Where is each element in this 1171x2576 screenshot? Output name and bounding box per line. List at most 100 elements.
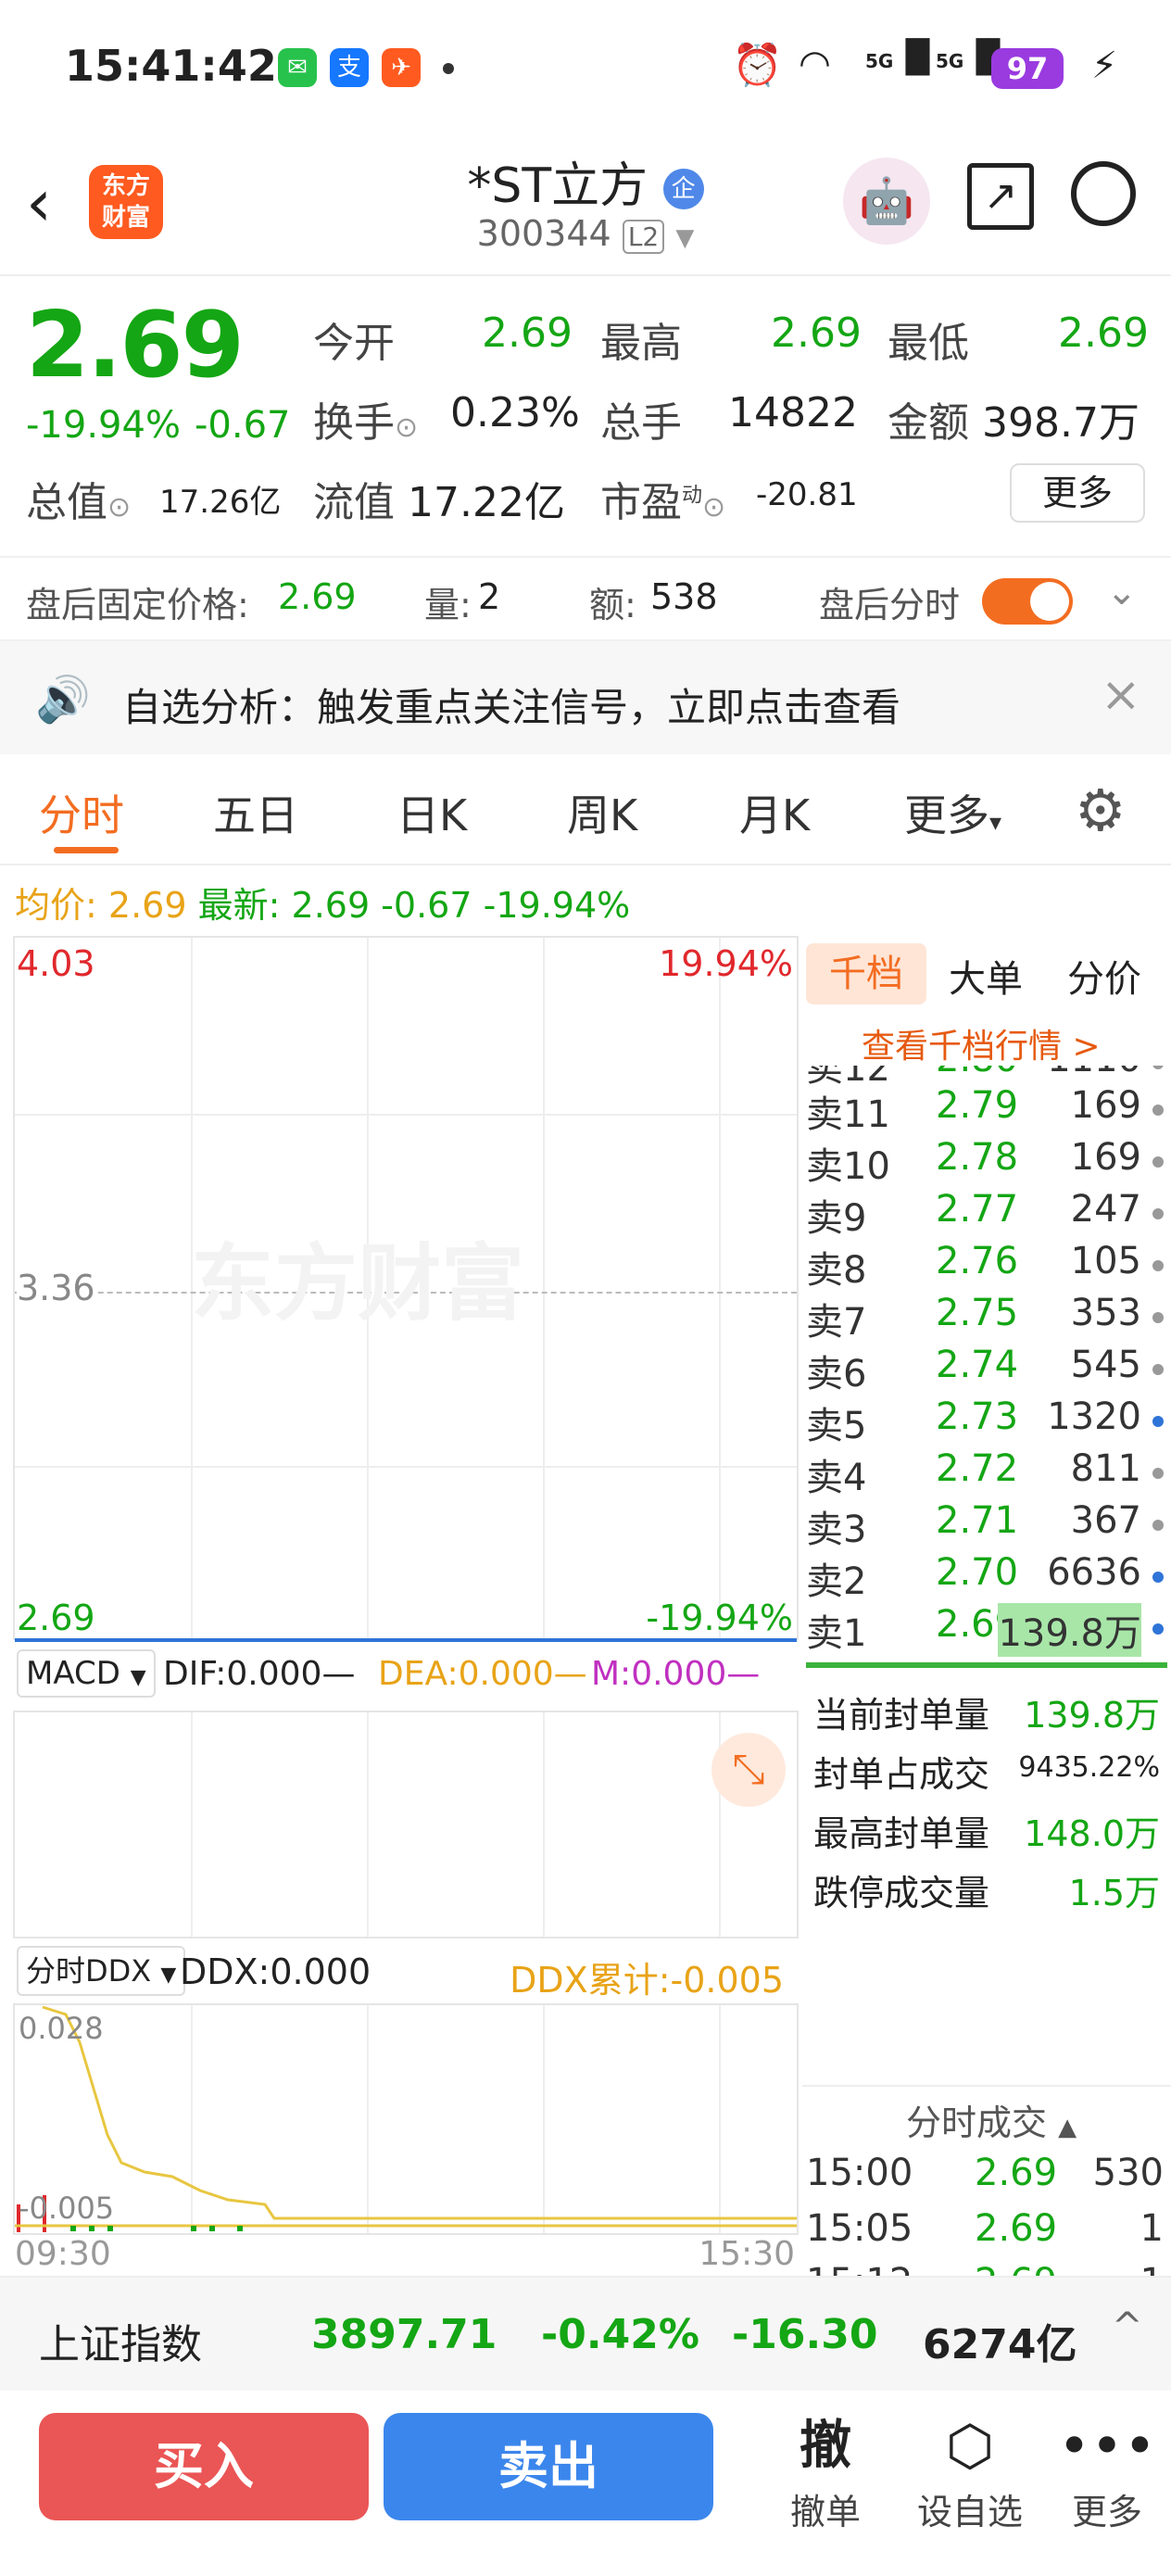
robot-assistant-icon[interactable]: 🤖: [843, 158, 930, 245]
after-hours-vol-label: 量:: [424, 585, 472, 625]
macd-selector[interactable]: MACD ▼: [17, 1649, 156, 1698]
expand-icon[interactable]: ⤡: [711, 1733, 786, 1807]
share-icon[interactable]: ↗: [967, 163, 1034, 230]
info-icon: ⊙: [395, 411, 419, 444]
stat-label: 跌停成交量: [813, 1873, 990, 1913]
alipay-icon: 支: [330, 48, 369, 87]
ddx-chart[interactable]: 0.028 -0.005: [13, 2003, 799, 2235]
tab-weekly-k[interactable]: 周K: [567, 782, 637, 843]
add-watchlist-button[interactable]: ⬡ 设自选: [910, 2409, 1030, 2534]
watchlist-label: 设自选: [916, 2492, 1023, 2532]
low-value: 2.69: [1058, 309, 1149, 357]
price-max-label: 4.03: [17, 943, 95, 984]
clock: 15:41:42: [65, 41, 277, 91]
ask-row-2: 卖2 2.70 6636: [806, 1551, 1167, 1603]
volume-label: 总手: [600, 399, 682, 447]
ticks-title[interactable]: 分时成交 ▲: [906, 2094, 1077, 2145]
sell-button[interactable]: 卖出: [384, 2413, 713, 2520]
tab-more[interactable]: 更多▾: [904, 782, 1001, 843]
price-change-pct: -19.94%: [26, 404, 181, 447]
ask-row-9: 卖9 2.77 247: [806, 1188, 1167, 1240]
tab-five-day[interactable]: 五日: [213, 782, 298, 843]
stock-code: 300344: [476, 213, 611, 254]
pct-min-label: -19.94%: [646, 1597, 793, 1638]
buy-button[interactable]: 买入: [39, 2413, 369, 2520]
stat-value: 1.5万: [1068, 1873, 1160, 1913]
settings-gear-icon[interactable]: ⚙: [1075, 777, 1127, 844]
stock-name: *ST立方: [467, 158, 648, 214]
more-label: 更多: [1071, 2492, 1142, 2532]
tab-thousand-levels[interactable]: 千档: [806, 943, 926, 1004]
index-pct: -0.42%: [541, 2311, 699, 2358]
info-icon: ⊙: [702, 491, 726, 524]
market-cap-label: 总值⊙: [26, 479, 132, 526]
intraday-chart[interactable]: 东方财富 4.03 19.94% 3.36 2.69 -19.94%: [13, 936, 799, 1642]
open-value: 2.69: [482, 309, 573, 357]
ask-list[interactable]: 卖122.801110 卖112.79169 卖102.78169 卖92.77…: [802, 1066, 1171, 2085]
time-start-label: 09:30: [15, 2235, 111, 2273]
tick-list[interactable]: 分时成交 ▲ 15:002.69530 15:052.691 15:122.69…: [802, 2085, 1171, 2276]
index-ticker-bar[interactable]: 上证指数 3897.71 -0.42% -16.30 6274亿 ^: [0, 2276, 1171, 2391]
stat-value: 139.8万: [1024, 1695, 1160, 1736]
pe-value: -20.81: [756, 476, 858, 513]
current-price: 2.69: [26, 293, 245, 398]
tab-monthly-k[interactable]: 月K: [739, 782, 810, 843]
stat-label: 最高封单量: [813, 1813, 990, 1854]
time-axis: 09:30 15:30: [13, 2235, 799, 2276]
charging-icon: ⚡: [1091, 44, 1118, 87]
low-label: 最低: [888, 320, 969, 367]
bid-ask-divider: [806, 1662, 1167, 1668]
search-icon[interactable]: [1071, 161, 1136, 226]
tab-price-distribution[interactable]: 分价: [1067, 949, 1141, 1003]
after-hours-amt-label: 额:: [589, 585, 636, 625]
signal-5g-icon: 5G▐▌: [865, 39, 942, 76]
view-levels-link[interactable]: 查看千档行情 >: [862, 1019, 1101, 1067]
ddx-header: 分时DDX ▼ DDX:0.000 DDX累计:-0.005: [13, 1938, 799, 2003]
tab-intraday[interactable]: 分时: [39, 782, 124, 843]
close-icon[interactable]: ×: [1101, 667, 1141, 723]
ddx-selector[interactable]: 分时DDX ▼: [17, 1946, 186, 1996]
high-value: 2.69: [771, 309, 862, 357]
amount-label: 金额: [888, 399, 969, 447]
status-bar: 15:41:42 ✉ 支 ✈ ⏰ ◠ 5G▐▌ 5G▐▌ 97 ⚡: [0, 0, 1171, 139]
watermark: 东方财富: [191, 1235, 524, 1332]
tick-row: 15:00 2.69 530: [806, 2152, 1164, 2194]
notice-banner[interactable]: 🔊 自选分析：触发重点关注信号，立即点击查看 ×: [0, 641, 1171, 754]
ddx-line: [15, 2005, 797, 2232]
notification-dot: [443, 63, 454, 74]
wifi-icon: ◠: [799, 43, 831, 85]
last-change: -0.67: [381, 885, 472, 926]
ddx-sum: DDX累计:-0.005: [510, 1960, 784, 2001]
chevron-down-icon[interactable]: ⌄: [1106, 571, 1138, 613]
more-button[interactable]: ••• 更多: [1056, 2409, 1158, 2534]
macd-chart[interactable]: ⤡: [13, 1711, 799, 1938]
ask-row-10: 卖10 2.78 169: [806, 1136, 1167, 1188]
after-hours-bar: 盘后固定价格: 2.69 量: 2 额: 538 盘后分时 ⌄: [0, 556, 1171, 641]
index-amount: 6274亿: [923, 2321, 1077, 2368]
enterprise-badge: 企: [662, 169, 704, 209]
active-tab-indicator: [54, 847, 119, 853]
chevron-up-icon[interactable]: ^: [1112, 2305, 1143, 2348]
avg-label: 均价:: [15, 885, 97, 926]
open-label: 今开: [313, 320, 395, 367]
more-quote-button[interactable]: 更多: [1010, 463, 1145, 523]
avg-value: 2.69: [107, 885, 187, 926]
seal-stats: 当前封单量 139.8万 封单占成交 9435.22% 最高封单量 148.0万 跌停…: [813, 1686, 1165, 1924]
cancel-label: 撤单: [789, 2492, 861, 2532]
chart-tabs: 分时 五日 日K 周K 月K 更多▾ ⚙: [0, 754, 1171, 865]
ask-row-8: 卖8 2.76 105: [806, 1240, 1167, 1292]
alarm-icon: ⏰: [732, 42, 783, 89]
index-change: -16.30: [732, 2311, 878, 2358]
after-hours-toggle[interactable]: [982, 578, 1073, 625]
tab-big-orders[interactable]: 大单: [949, 949, 1023, 1003]
order-book-tabs: 千档 大单 分价: [802, 936, 1171, 1014]
info-icon: ⊙: [107, 491, 132, 524]
cancel-icon: 撤: [800, 2416, 851, 2476]
ask-row-1: 卖1 2.69 139.8万: [806, 1603, 1167, 1657]
tab-daily-k[interactable]: 日K: [397, 782, 467, 843]
ddx-min-label: -0.005: [19, 2191, 115, 2226]
cancel-order-button[interactable]: 撤 撤单: [765, 2409, 886, 2534]
order-book-panel: 千档 大单 分价 查看千档行情 > 卖122.801110 卖112.79169…: [802, 936, 1171, 2276]
stock-header: ‹ 东方 财富 *ST立方 企 300344 L2 ▼ 🤖 ↗: [0, 139, 1171, 276]
amount-value: 398.7万: [982, 399, 1140, 447]
